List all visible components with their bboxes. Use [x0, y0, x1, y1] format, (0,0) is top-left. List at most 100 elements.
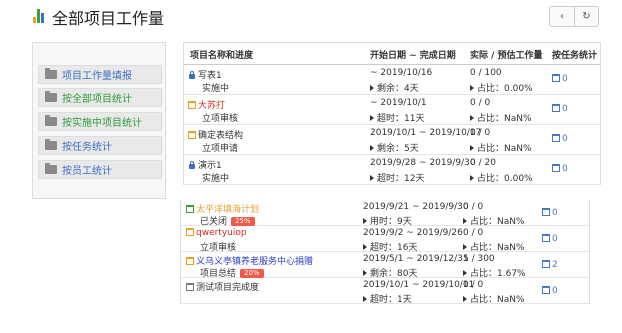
task-count: 0 [552, 286, 558, 296]
project-remain: 超时：11天 [377, 114, 425, 124]
folder-icon [45, 115, 57, 126]
calendar-icon [542, 234, 550, 242]
project-dates: 2019/9/28 ~ 2019/9/30 [370, 158, 476, 168]
task-count: 0 [552, 208, 558, 218]
project-name: 测试项目完成度 [196, 283, 260, 293]
project-name: 演示1 [198, 161, 222, 171]
table-row: 演示1 实施中 2019/9/28 ~ 2019/9/30 超时：12天 0 /… [184, 155, 600, 185]
sidebar-item-active-projects[interactable]: 按实施中项目统计 [38, 112, 162, 131]
toolbar-buttons: ‹ ↻ [549, 6, 599, 27]
project-dates: 2019/9/2 ~ 2019/9/26 [363, 228, 463, 238]
project-workload: 0 / 0 [463, 280, 484, 290]
task-count-link[interactable]: 0 [552, 74, 568, 84]
sidebar-item-label: 按实施中项目统计 [62, 118, 142, 129]
project-ratio-cell: 占比：NaN% [463, 292, 525, 305]
sidebar: 项目工作量填报 按全部项目统计 按实施中项目统计 按任务统计 按员工统计 [32, 42, 166, 199]
project-workload: 0 / 0 [463, 228, 484, 238]
play-icon [363, 218, 367, 224]
play-icon [370, 115, 374, 121]
chevron-left-icon[interactable]: ‹ [550, 7, 574, 26]
sidebar-item-by-task[interactable]: 按任务统计 [38, 136, 162, 155]
play-icon [470, 115, 474, 121]
calendar-icon [542, 286, 550, 294]
project-dates: 2019/5/1 ~ 2019/12/31 [363, 254, 469, 264]
table-row: 确定表结构 立项申请 2019/10/1 ~ 2019/10/17 剩余：5天 … [184, 125, 600, 155]
project-remain-cell: 超时：1天 [363, 292, 412, 305]
project-workload: 0 / 20 [470, 158, 496, 168]
folder-icon [45, 91, 57, 102]
task-count-link[interactable]: 0 [552, 104, 568, 114]
calendar-icon [552, 134, 560, 142]
folder-icon [45, 163, 57, 174]
column-header-tasks: 按任务统计 [552, 51, 598, 61]
task-count-link[interactable]: 0 [542, 208, 558, 218]
calendar-icon [542, 260, 550, 268]
project-name-cell[interactable]: 测试项目完成度 [186, 280, 259, 293]
play-icon [363, 244, 367, 250]
play-icon [463, 244, 467, 250]
task-count-link[interactable]: 0 [542, 286, 558, 296]
project-ratio-cell: 占比：0.00% [470, 171, 533, 184]
progress-badge: 20% [240, 269, 264, 278]
project-ratio: 占比：NaN% [477, 114, 532, 124]
calendar-icon [188, 101, 196, 109]
sidebar-item-all-projects[interactable]: 按全部项目统计 [38, 88, 162, 107]
sidebar-item-label: 项目工作量填报 [62, 71, 132, 82]
page-header: 全部项目工作量 ‹ ↻ [0, 0, 622, 36]
project-ratio: 占比：NaN% [470, 295, 525, 305]
project-status: 立项申请 [202, 144, 239, 154]
play-icon [463, 270, 467, 276]
calendar-icon [552, 104, 560, 112]
calendar-icon [188, 131, 196, 139]
table-row: 大苏打 立项审核 ~ 2019/10/1 超时：11天 0 / 0 占比：NaN… [184, 95, 600, 125]
task-count-link[interactable]: 0 [552, 164, 568, 174]
project-dates: ~ 2019/10/16 [370, 68, 433, 78]
project-workload: 0 / 100 [470, 68, 502, 78]
project-name: 确定表结构 [198, 131, 244, 141]
project-name-cell[interactable]: 写表1 [188, 68, 222, 81]
project-ratio-cell: 占比：0.00% [470, 81, 533, 94]
project-workload: 5 / 300 [463, 254, 495, 264]
project-name: 大苏打 [198, 101, 226, 111]
sidebar-item-project-workload-entry[interactable]: 项目工作量填报 [38, 65, 162, 84]
task-count: 0 [562, 164, 568, 174]
play-icon [470, 145, 474, 151]
column-header-workload: 实际 / 预估工作量 [470, 51, 543, 61]
project-ratio: 占比：NaN% [477, 144, 532, 154]
table-row: qwertyuiop 立项审核 2019/9/2 ~ 2019/9/26 超时：… [181, 226, 589, 253]
project-workload: 0 / 0 [470, 128, 491, 138]
play-icon [363, 270, 367, 276]
task-count-link[interactable]: 0 [552, 134, 568, 144]
project-remain-cell: 超时：12天 [370, 171, 424, 184]
bar-chart-icon [33, 9, 47, 23]
project-ratio: 占比：0.00% [477, 84, 533, 94]
project-name-cell[interactable]: qwertyuiop [186, 228, 247, 238]
play-icon [463, 218, 467, 224]
task-count-link[interactable]: 0 [542, 234, 558, 244]
task-count: 0 [552, 234, 558, 244]
project-workload: 0 / 0 [463, 202, 484, 212]
project-table: 项目名称和进度 开始日期 ~ 完成日期 实际 / 预估工作量 按任务统计 写表1… [183, 42, 601, 185]
table-row: 写表1 实施中 ~ 2019/10/16 剩余：4天 0 / 100 占比：0.… [184, 65, 600, 95]
play-icon [463, 296, 467, 302]
task-count: 0 [562, 134, 568, 144]
project-remain-cell: 剩余：5天 [370, 141, 419, 154]
column-header-dates: 开始日期 ~ 完成日期 [370, 51, 456, 61]
project-remain: 超时：12天 [377, 174, 425, 184]
project-name-cell[interactable]: 演示1 [188, 158, 222, 171]
progress-badge: 25% [231, 217, 255, 226]
project-name-cell[interactable]: 大苏打 [188, 98, 225, 111]
sidebar-item-label: 按员工统计 [62, 166, 112, 177]
project-remain-cell: 剩余：4天 [370, 81, 419, 94]
play-icon [370, 175, 374, 181]
play-icon [470, 85, 474, 91]
project-dates: ~ 2019/10/1 [370, 98, 427, 108]
calendar-icon [186, 257, 194, 265]
refresh-icon[interactable]: ↻ [574, 7, 598, 26]
play-icon [370, 85, 374, 91]
sidebar-item-by-employee[interactable]: 按员工统计 [38, 160, 162, 179]
table-row: 太平洋填海计划 已关闭 25% 2019/9/21 ~ 2019/9/30 用时：… [181, 200, 589, 227]
project-status: 立项审核 [202, 114, 239, 124]
task-count-link[interactable]: 2 [542, 260, 558, 270]
project-name-cell[interactable]: 确定表结构 [188, 128, 243, 141]
